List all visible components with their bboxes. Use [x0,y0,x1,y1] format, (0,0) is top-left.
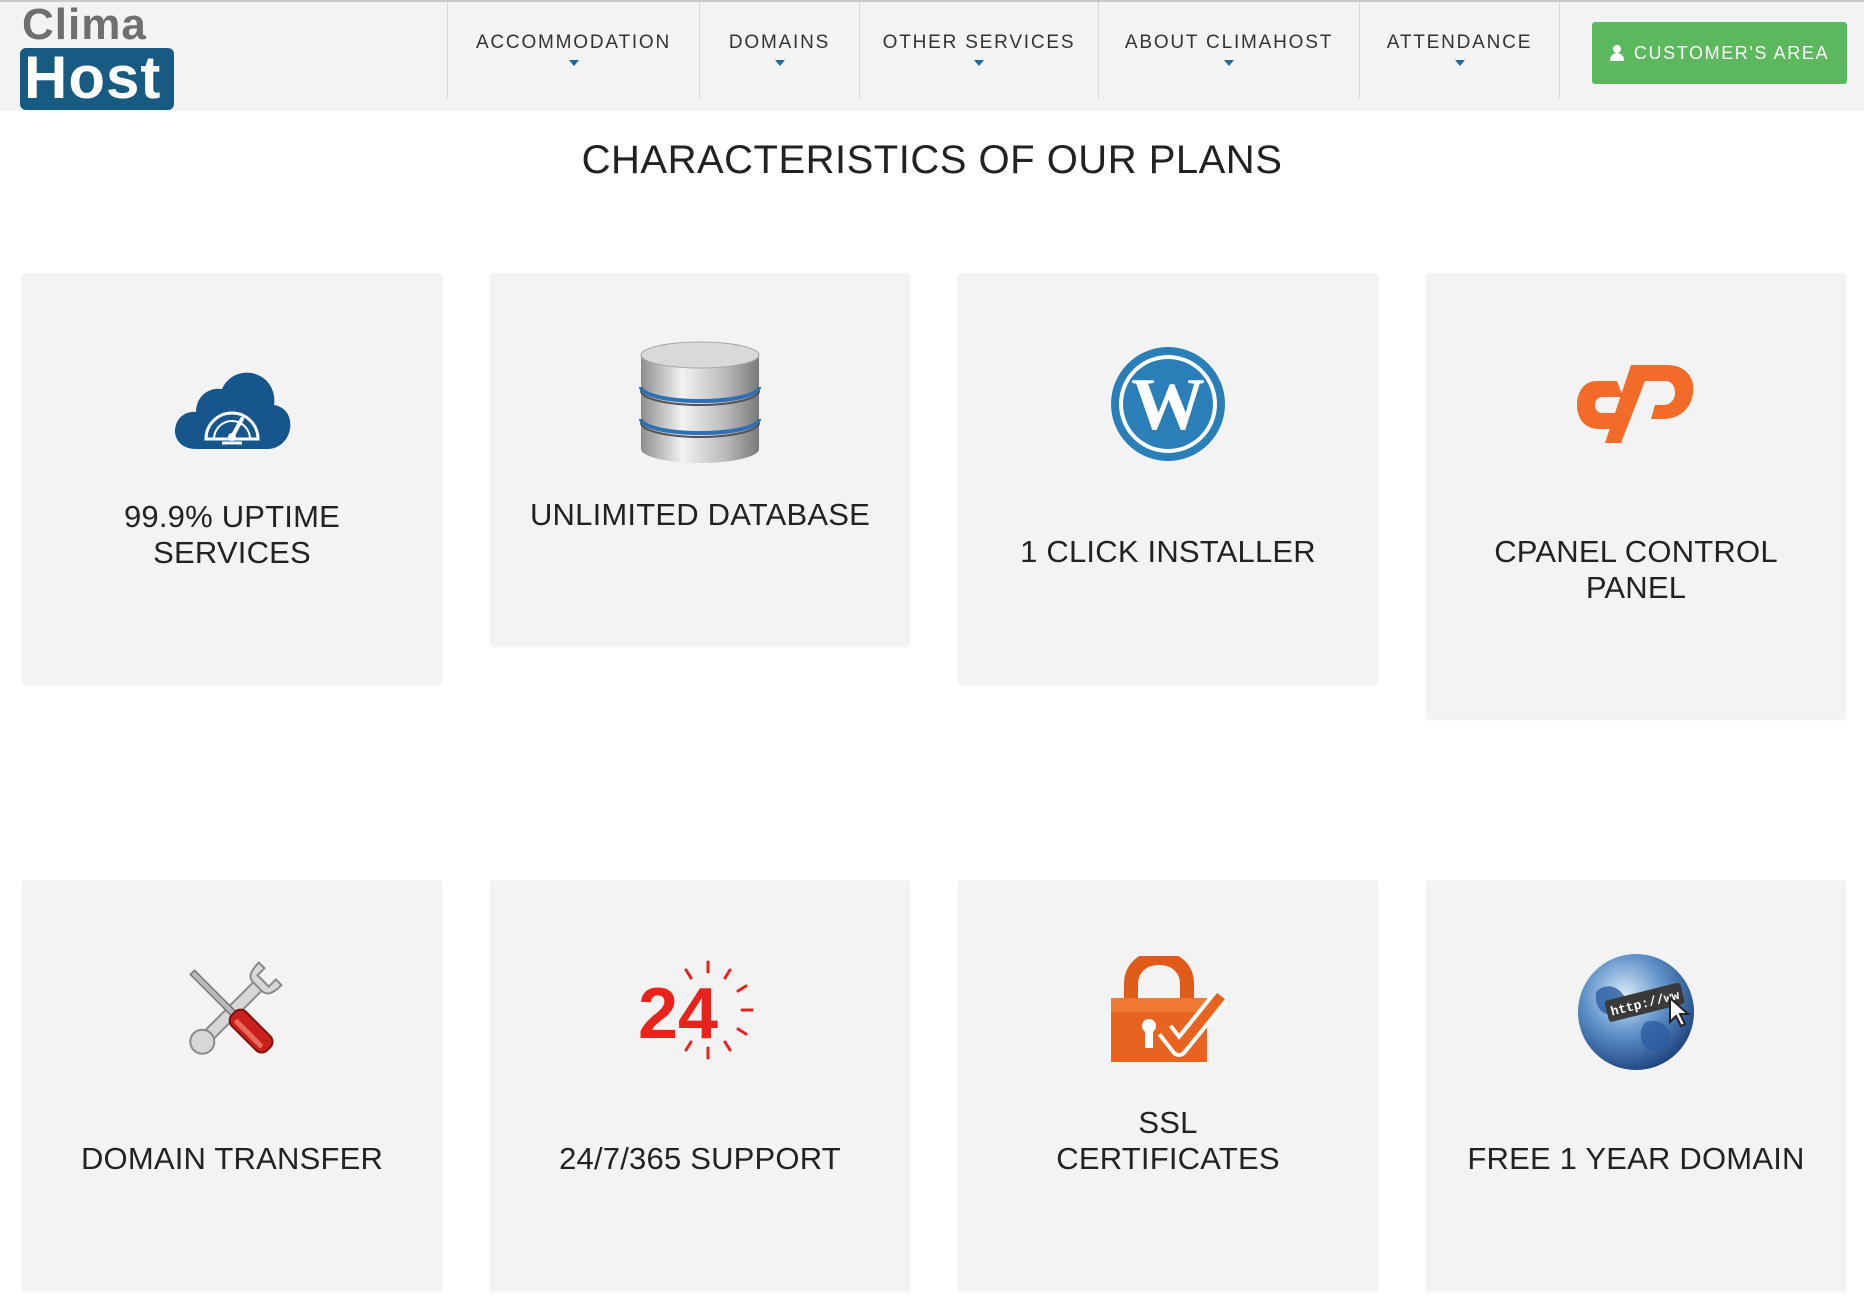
database-icon [490,341,910,465]
svg-text:24: 24 [638,974,718,1054]
feature-card-uptime: 99.9% UPTIME SERVICES [22,273,442,684]
feature-label: 24/7/365 SUPPORT [559,1141,841,1176]
feature-label: DOMAIN TRANSFER [80,1141,384,1176]
feature-card-ssl: SSL CERTIFICATES [958,880,1378,1291]
caret-down-icon [1224,59,1234,66]
globe-www-icon: http://ww [1426,952,1846,1072]
caret-down-icon [568,59,579,66]
feature-label: CPANEL CONTROL PANEL [1494,534,1778,605]
wrench-screwdriver-icon [22,950,442,1074]
climahost-logo[interactable]: Clima Host [20,0,178,112]
feature-label: 1 CLICK INSTALLER [1020,534,1316,569]
customers-area-label: CUSTOMER'S AREA [1633,42,1830,63]
site-header: Clima Host ACCOMMODATION DOMAINS OTHER S… [0,0,1864,111]
padlock-check-icon [958,956,1378,1064]
nav-label: OTHER SERVICES [882,31,1076,53]
section-title: CHARACTERISTICS OF OUR PLANS [581,138,1283,182]
feature-card-support: 24 24/7/365 SUPPORT [490,880,910,1291]
feature-label: UNLIMITED DATABASE [529,497,871,532]
nav-label: DOMAINS [728,31,831,53]
wordpress-icon: W [958,345,1378,463]
nav-item-about-climahost[interactable]: ABOUT CLIMAHOST [1098,2,1359,99]
caret-down-icon [1454,59,1465,66]
feature-label: 99.9% UPTIME SERVICES [123,499,341,570]
feature-label: FREE 1 YEAR DOMAIN [1467,1141,1805,1176]
logo-badge: Host [20,48,174,110]
customers-area-button[interactable]: CUSTOMER'S AREA [1592,22,1847,84]
svg-text:W: W [1131,364,1205,446]
feature-card-1-click-installer: W 1 CLICK INSTALLER [958,273,1378,684]
feature-card-cpanel: CPANEL CONTROL PANEL [1426,273,1846,719]
feature-card-domain-transfer: DOMAIN TRANSFER [22,880,442,1291]
nav-label: ATTENDANCE [1386,31,1533,53]
cpanel-icon [1426,361,1846,445]
logo-top-text: Clima [22,0,147,49]
nav-item-other-services[interactable]: OTHER SERVICES [859,2,1098,99]
main-nav: ACCOMMODATION DOMAINS OTHER SERVICES ABO… [447,2,1560,99]
logo-bottom-text: Host [24,48,162,110]
user-icon [1609,45,1624,61]
feature-label: SSL CERTIFICATES [1056,1105,1280,1176]
caret-down-icon [974,59,984,66]
nav-label: ABOUT CLIMAHOST [1124,31,1334,53]
cloud-speedometer-icon [22,369,442,453]
nav-label: ACCOMMODATION [475,31,672,53]
feature-card-unlimited-database: UNLIMITED DATABASE [490,273,910,646]
feature-card-free-domain: http://ww FREE 1 YEAR DOMAIN [1426,880,1846,1291]
nav-item-attendance[interactable]: ATTENDANCE [1359,2,1560,99]
nav-item-domains[interactable]: DOMAINS [699,2,859,99]
nav-item-accommodation[interactable]: ACCOMMODATION [447,2,699,99]
caret-down-icon [774,59,785,66]
support-24-icon: 24 [490,960,910,1066]
